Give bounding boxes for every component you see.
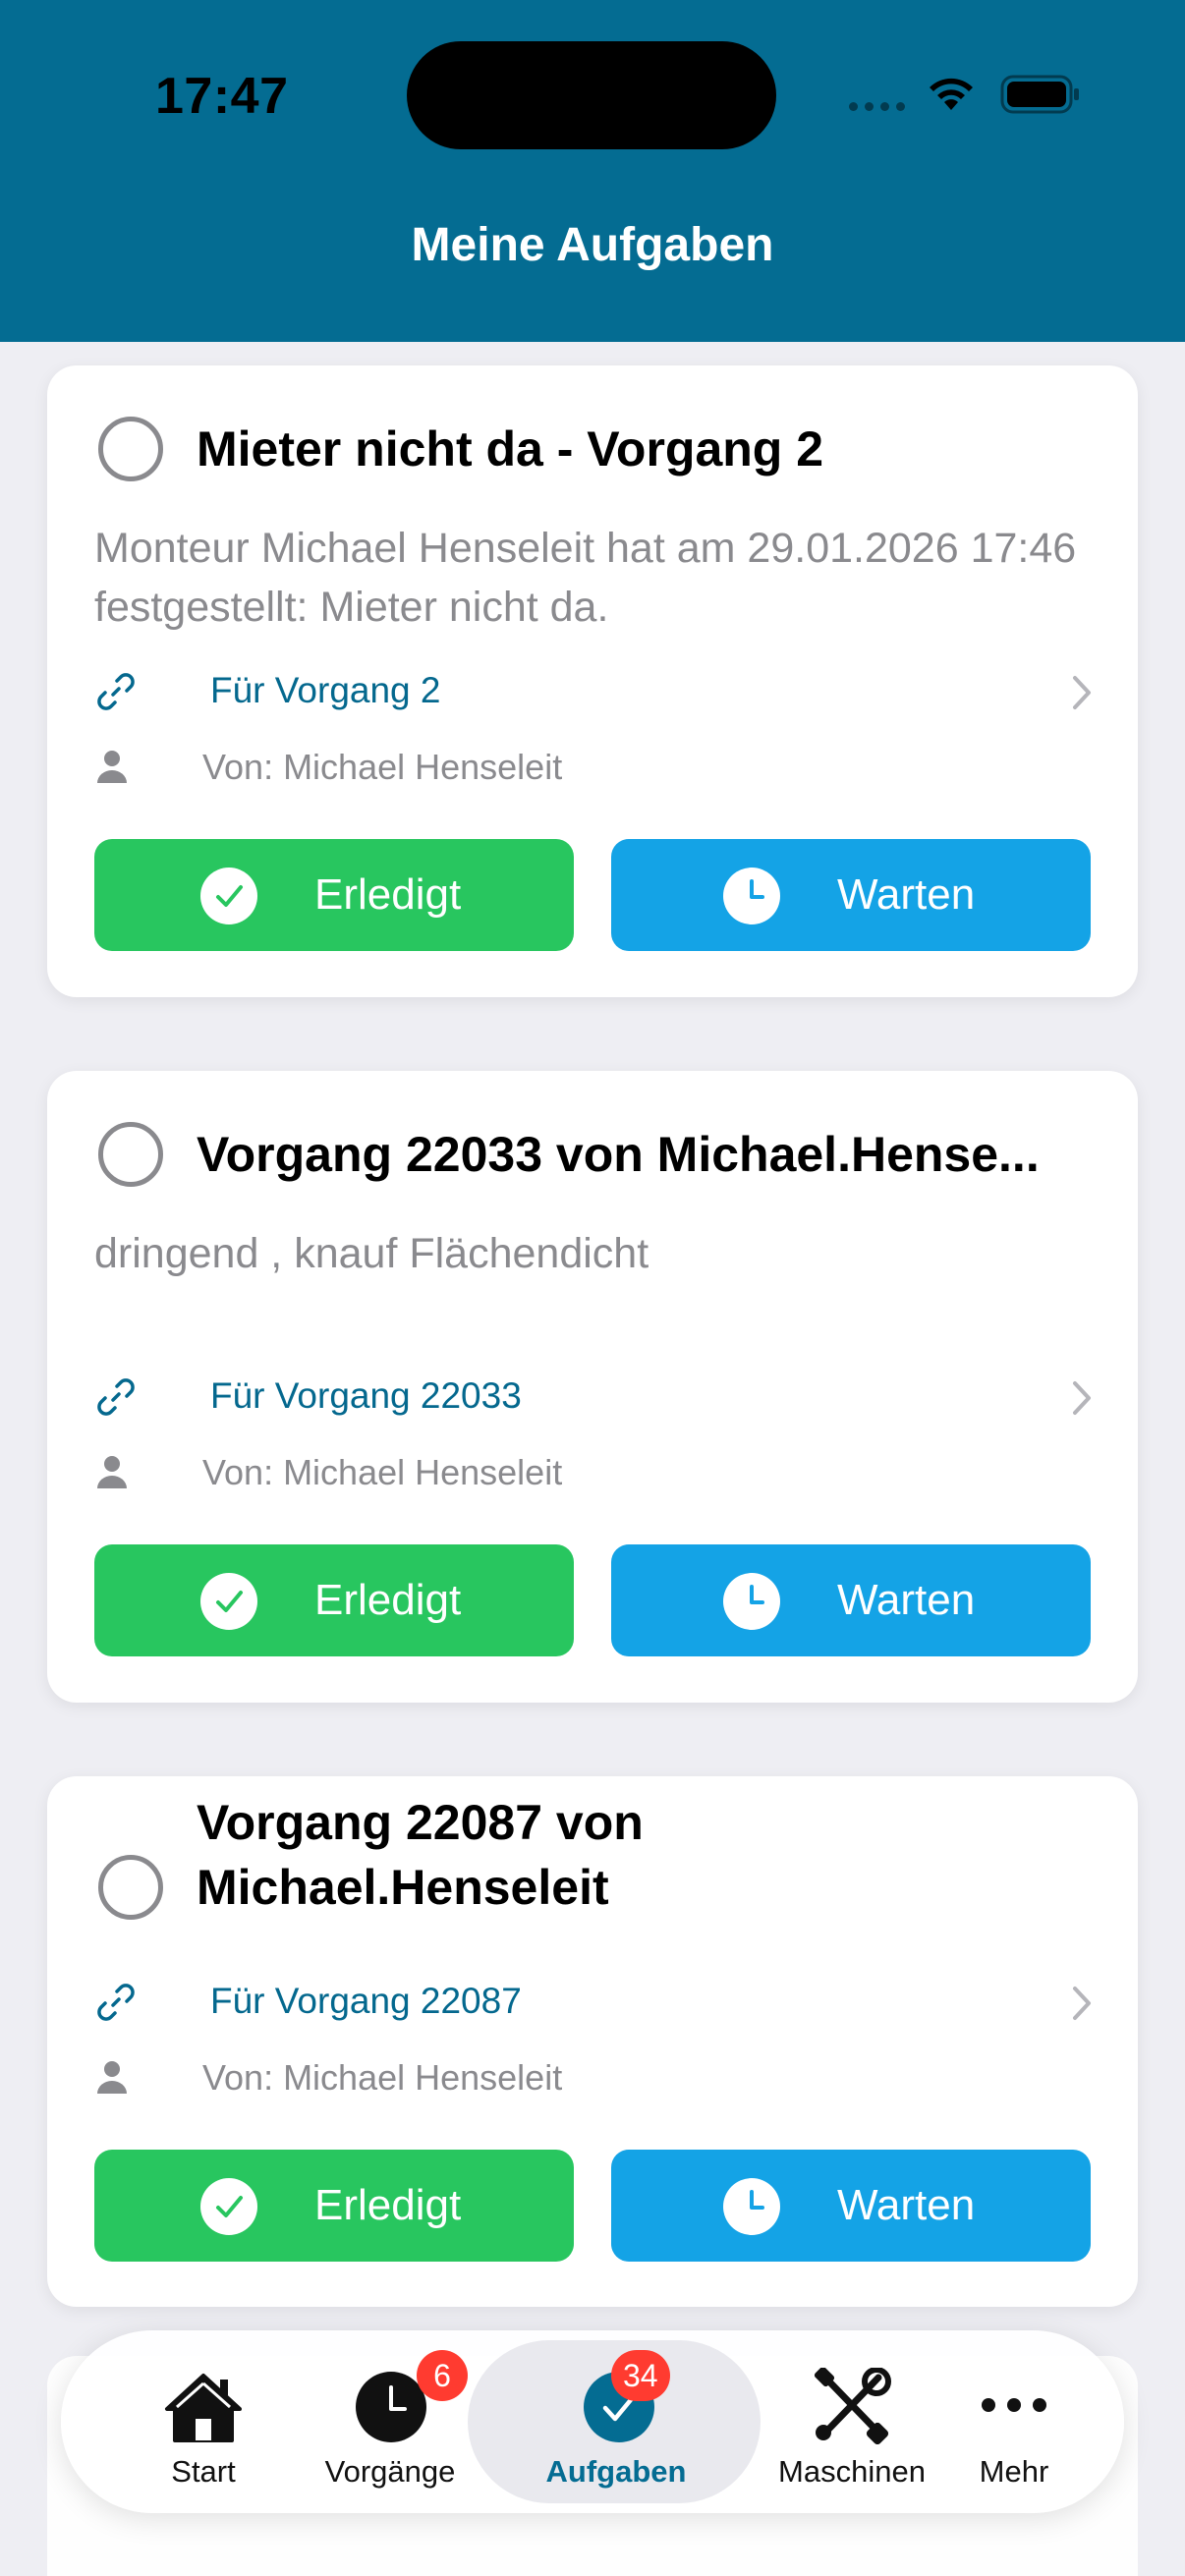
tools-icon (814, 2368, 891, 2444)
task-link-text: Für Vorgang 22087 (210, 1981, 522, 2021)
task-title: Vorgang 22033 von Michael.Hense... (197, 1127, 1040, 1182)
clock-icon (356, 2372, 426, 2442)
notification-badge: 6 (417, 2350, 468, 2401)
task-title: Vorgang 22087 von Michael.Henseleit (197, 1795, 644, 1915)
link-icon (97, 1378, 135, 1416)
task-from-row: Von: Michael Henseleit (94, 1448, 880, 1497)
person-icon (97, 751, 127, 783)
chevron-right-icon (1073, 1381, 1091, 1415)
checkmark-circle-icon (200, 2178, 257, 2235)
task-link-row[interactable]: Für Vorgang 22087 (94, 1973, 1138, 2032)
tab-label: Aufgaben (545, 2454, 687, 2489)
tab-mehr[interactable]: Mehr (945, 2330, 1083, 2513)
page-title: Meine Aufgaben (411, 219, 774, 271)
done-button[interactable]: Erledigt (94, 839, 574, 951)
header-bar: 17:47 Meine Aufgaben (0, 0, 1185, 342)
task-link-row[interactable]: Für Vorgang 2 (94, 662, 1138, 721)
wait-button[interactable]: Warten (611, 1544, 1091, 1656)
tab-label: Maschinen (778, 2454, 926, 2489)
task-from-row: Von: Michael Henseleit (94, 2053, 880, 2102)
clock-icon (723, 868, 780, 924)
checkmark-circle-icon (200, 868, 257, 924)
task-link-row[interactable]: Für Vorgang 22033 (94, 1368, 1138, 1427)
wifi-icon (930, 78, 973, 110)
link-icon (97, 673, 135, 710)
tab-label: Start (171, 2454, 236, 2489)
dynamic-island (407, 41, 776, 149)
link-icon (97, 1984, 135, 2021)
done-button-label: Erledigt (314, 870, 462, 919)
battery-icon (1000, 75, 1079, 114)
house-icon (165, 2374, 242, 2442)
chevron-right-icon (1073, 1987, 1091, 2020)
person-icon (97, 1456, 127, 1488)
tab-start[interactable]: Start (100, 2330, 307, 2513)
tab-vorgaenge[interactable]: 6 Vorgänge (307, 2330, 474, 2513)
task-card: Vorgang 22033 von Michael.Hense... dring… (47, 1071, 1138, 1703)
done-button[interactable]: Erledigt (94, 1544, 574, 1656)
task-from-text: Von: Michael Henseleit (202, 747, 563, 787)
task-from-text: Von: Michael Henseleit (202, 2057, 563, 2098)
task-card: Vorgang 22087 von Michael.Henseleit Für … (47, 1776, 1138, 2307)
chevron-right-icon (1073, 676, 1091, 709)
wait-button[interactable]: Warten (611, 839, 1091, 951)
status-time: 17:47 (155, 68, 289, 125)
wait-button-label: Warten (837, 1576, 976, 1624)
task-complete-radio[interactable] (98, 417, 163, 481)
task-link-text: Für Vorgang 22033 (210, 1375, 522, 1416)
task-title: Mieter nicht da - Vorgang 2 (197, 421, 824, 476)
done-button-label: Erledigt (314, 2181, 462, 2229)
person-icon (97, 2061, 127, 2094)
tab-bar: Start 6 Vorgänge 34 Aufgaben Maschinen M… (61, 2330, 1124, 2513)
more-dots-icon (982, 2398, 1046, 2412)
wait-button-label: Warten (837, 870, 976, 919)
tab-label: Mehr (979, 2454, 1049, 2489)
clock-icon (723, 1573, 780, 1630)
done-button[interactable]: Erledigt (94, 2150, 574, 2262)
wait-button[interactable]: Warten (611, 2150, 1091, 2262)
checkmark-circle-icon (200, 1573, 257, 1630)
notification-badge: 34 (611, 2350, 670, 2401)
task-complete-radio[interactable] (98, 1855, 163, 1920)
task-description: dringend , knauf Flächendicht (94, 1230, 649, 1277)
tab-aufgaben[interactable]: 34 Aufgaben (474, 2330, 759, 2513)
done-button-label: Erledigt (314, 1576, 462, 1624)
tab-label: Vorgänge (324, 2454, 456, 2489)
task-description: Monteur Michael Henseleit hat am 29.01.2… (94, 525, 1077, 631)
task-card: Mieter nicht da - Vorgang 2 Monteur Mich… (47, 365, 1138, 997)
task-link-text: Für Vorgang 2 (210, 670, 441, 710)
task-from-text: Von: Michael Henseleit (202, 1452, 563, 1492)
task-from-row: Von: Michael Henseleit (94, 743, 880, 792)
clock-icon (723, 2178, 780, 2235)
task-complete-radio[interactable] (98, 1122, 163, 1187)
tab-maschinen[interactable]: Maschinen (759, 2330, 945, 2513)
wait-button-label: Warten (837, 2181, 976, 2229)
